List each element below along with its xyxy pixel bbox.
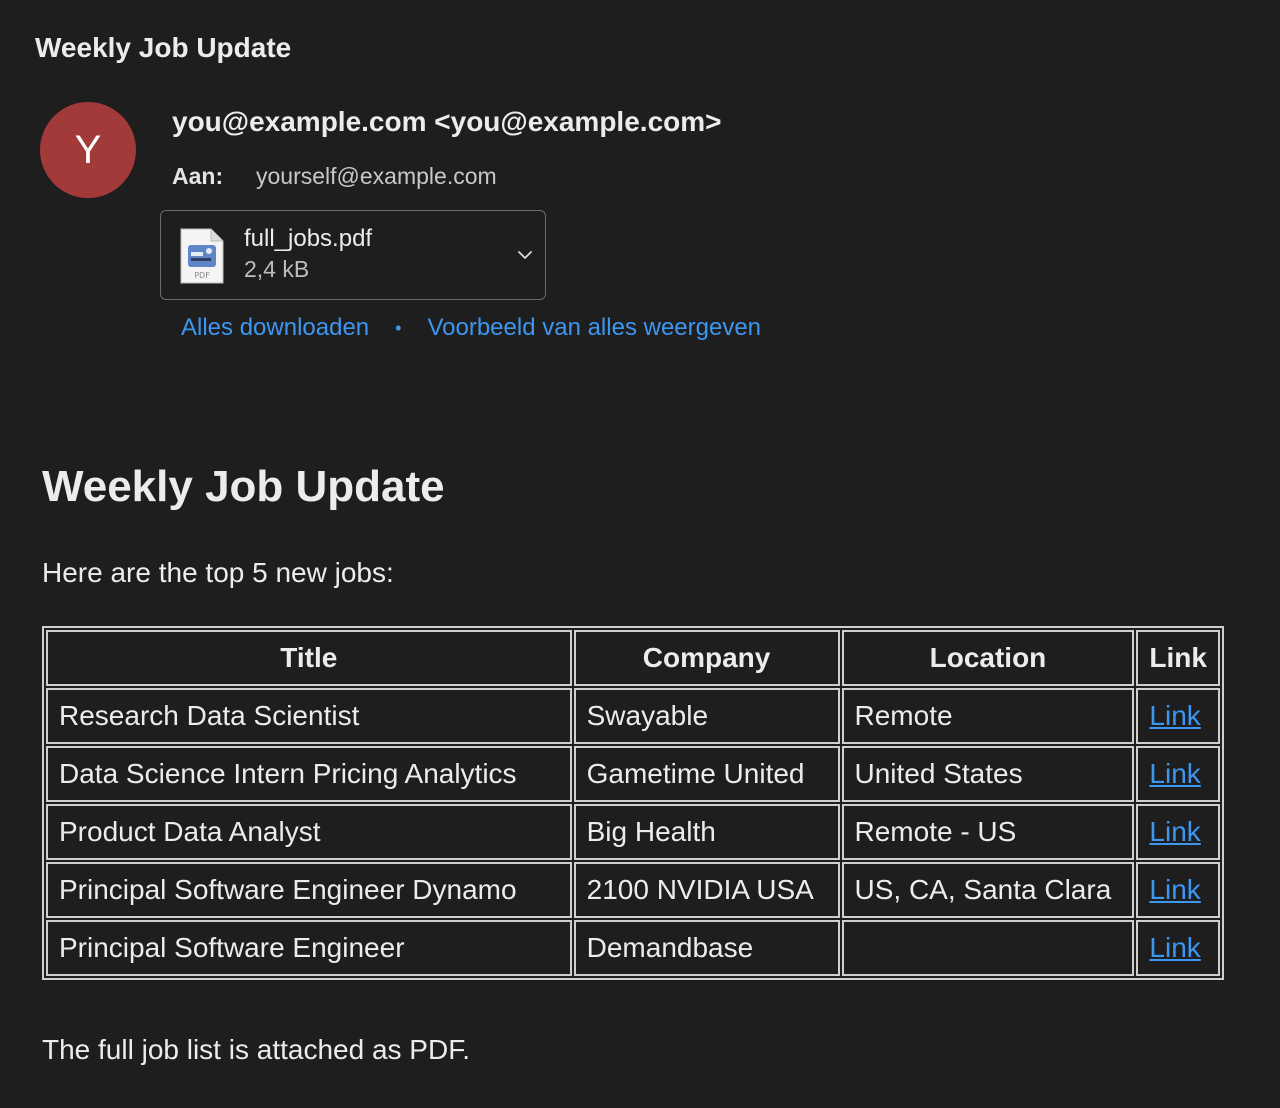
email-view: Weekly Job Update Y you@example.com <you… [0, 0, 1280, 1108]
cell-title: Product Data Analyst [46, 804, 572, 860]
cell-link: Link [1136, 688, 1220, 744]
attachment-name: full_jobs.pdf [244, 225, 373, 252]
cell-title: Research Data Scientist [46, 688, 572, 744]
job-link[interactable]: Link [1149, 874, 1200, 905]
cell-link: Link [1136, 920, 1220, 976]
attachment-card[interactable]: PDF full_jobs.pdf 2,4 kB [160, 210, 546, 300]
job-link[interactable]: Link [1149, 932, 1200, 963]
body-heading: Weekly Job Update [42, 462, 445, 511]
header-location: Location [841, 630, 1135, 686]
job-link[interactable]: Link [1149, 758, 1200, 789]
chevron-down-icon[interactable] [515, 245, 535, 265]
pdf-file-icon: PDF [180, 228, 224, 284]
body-intro: Here are the top 5 new jobs: [42, 557, 394, 588]
cell-title: Principal Software Engineer Dynamo [46, 862, 572, 918]
table-row: Principal Software Engineer Dynamo 2100 … [46, 862, 1220, 918]
table-row: Principal Software Engineer Demandbase L… [46, 920, 1220, 976]
table-header-row: Title Company Location Link [46, 630, 1220, 686]
header-link: Link [1136, 630, 1220, 686]
attachment-actions: Alles downloaden • Voorbeeld van alles w… [181, 314, 761, 342]
cell-location [841, 920, 1135, 976]
recipient-row: Aan: yourself@example.com [172, 163, 497, 190]
email-subject: Weekly Job Update [35, 32, 292, 63]
table-row: Data Science Intern Pricing Analytics Ga… [46, 746, 1220, 802]
to-label: Aan: [172, 163, 224, 189]
cell-company: Swayable [573, 688, 840, 744]
cell-link: Link [1136, 804, 1220, 860]
cell-company: Big Health [573, 804, 840, 860]
download-all-link[interactable]: Alles downloaden [181, 314, 369, 342]
table-row: Research Data Scientist Swayable Remote … [46, 688, 1220, 744]
cell-company: 2100 NVIDIA USA [573, 862, 840, 918]
job-link[interactable]: Link [1149, 700, 1200, 731]
header-title: Title [46, 630, 572, 686]
cell-location: United States [841, 746, 1135, 802]
attachment-size: 2,4 kB [244, 256, 310, 282]
cell-title: Data Science Intern Pricing Analytics [46, 746, 572, 802]
cell-link: Link [1136, 746, 1220, 802]
cell-location: Remote [841, 688, 1135, 744]
cell-location: US, CA, Santa Clara [841, 862, 1135, 918]
body-outro: The full job list is attached as PDF. [42, 1034, 470, 1065]
cell-company: Gametime United [573, 746, 840, 802]
table-row: Product Data Analyst Big Health Remote -… [46, 804, 1220, 860]
jobs-table: Title Company Location Link Research Dat… [42, 626, 1224, 980]
sender-avatar: Y [40, 102, 136, 198]
cell-title: Principal Software Engineer [46, 920, 572, 976]
link-separator: • [395, 317, 402, 338]
cell-location: Remote - US [841, 804, 1135, 860]
preview-all-link[interactable]: Voorbeeld van alles weergeven [427, 314, 761, 342]
sender-address[interactable]: you@example.com <you@example.com> [172, 106, 722, 138]
job-link[interactable]: Link [1149, 816, 1200, 847]
cell-link: Link [1136, 862, 1220, 918]
pdf-icon-caption: PDF [194, 271, 210, 280]
header-company: Company [573, 630, 840, 686]
cell-company: Demandbase [573, 920, 840, 976]
to-address[interactable]: yourself@example.com [256, 163, 497, 190]
